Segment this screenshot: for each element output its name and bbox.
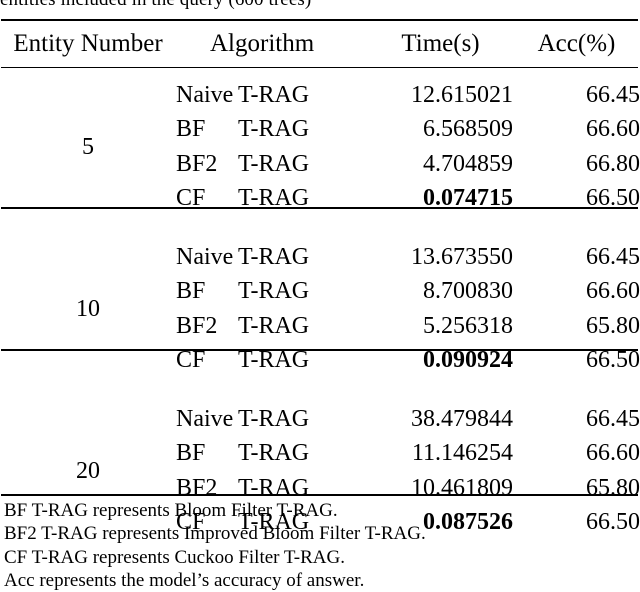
- algorithm-cell: CF: [176, 185, 206, 212]
- system-cell: T-RAG: [238, 278, 310, 305]
- accuracy-cell: 66.80: [586, 150, 640, 177]
- system-cell: T-RAG: [238, 150, 310, 177]
- group-spacer-bottom-cell: [0, 216, 640, 228]
- system-cell: T-RAG: [238, 347, 310, 374]
- column-header-acc: Acc(%): [537, 30, 616, 57]
- group-spacer-cell: [0, 228, 640, 240]
- group-spacer-cell: [0, 66, 640, 78]
- footnote-line: CF T-RAG represents Cuckoo Filter T-RAG.: [4, 546, 345, 568]
- caption-clipped: entities included in the query (600 tree…: [0, 0, 640, 12]
- time-cell: 11.146254: [411, 440, 513, 467]
- group-spacer: [0, 66, 640, 78]
- caption-text: entities included in the query (600 tree…: [0, 0, 640, 12]
- results-table: Entity Number Algorithm Time(s) Acc(%) 5…: [0, 22, 640, 552]
- time-cell: 13.673550: [411, 243, 513, 270]
- time-cell: 6.568509: [423, 116, 513, 143]
- accuracy-cell: 66.50: [586, 347, 640, 374]
- group-spacer-cell: [0, 390, 640, 402]
- accuracy-cell: 65.80: [586, 312, 640, 339]
- accuracy-cell: 66.60: [586, 116, 640, 143]
- group-spacer-bottom: [0, 378, 640, 390]
- time-cell: 8.700830: [423, 278, 513, 305]
- time-cell: 0.074715: [423, 185, 513, 212]
- table-figure: entities included in the query (600 tree…: [0, 0, 640, 591]
- system-cell: T-RAG: [238, 405, 310, 432]
- algorithm-cell: Naive: [176, 81, 234, 108]
- table-footnotes: BF T-RAG represents Bloom Filter T-RAG. B…: [4, 499, 636, 592]
- group-spacer: [0, 390, 640, 402]
- system-cell: T-RAG: [238, 81, 310, 108]
- accuracy-cell: 66.45: [586, 405, 640, 432]
- footnote-line: BF2 T-RAG represents Improved Bloom Filt…: [4, 523, 426, 545]
- column-header-time: Time(s): [401, 30, 480, 57]
- table-row: 5 Naive T-RAG 12.615021 66.45: [0, 78, 640, 160]
- accuracy-cell: 66.60: [586, 278, 640, 305]
- system-cell: T-RAG: [238, 185, 310, 212]
- entity-number-cell: 5: [82, 133, 94, 160]
- table-top-rule: [1, 19, 638, 22]
- time-cell: 38.479844: [411, 405, 513, 432]
- time-cell: 5.256318: [423, 312, 513, 339]
- algorithm-cell: BF: [176, 278, 206, 305]
- footnote-line: Acc represents the model’s accuracy of a…: [4, 569, 365, 591]
- algorithm-cell: BF: [176, 440, 206, 467]
- system-cell: T-RAG: [238, 440, 310, 467]
- system-cell: T-RAG: [238, 116, 310, 143]
- time-cell: 0.090924: [423, 347, 513, 374]
- algorithm-cell: Naive: [176, 405, 234, 432]
- group-spacer: [0, 228, 640, 240]
- algorithm-cell: CF: [176, 347, 206, 374]
- column-header-entity-number: Entity Number: [13, 30, 163, 57]
- column-header-algorithm: Algorithm: [210, 30, 315, 57]
- table-row: 20 Naive T-RAG 38.479844 66.45: [0, 402, 640, 484]
- table-row: 10 Naive T-RAG 13.673550 66.45: [0, 240, 640, 322]
- accuracy-cell: 66.45: [586, 81, 640, 108]
- group-spacer-bottom: [0, 216, 640, 228]
- algorithm-cell: BF2: [176, 312, 218, 339]
- entity-number-cell: 10: [76, 295, 100, 322]
- accuracy-cell: 66.45: [586, 243, 640, 270]
- algorithm-cell: Naive: [176, 243, 234, 270]
- table-header-row: Entity Number Algorithm Time(s) Acc(%): [0, 22, 640, 66]
- system-cell: T-RAG: [238, 312, 310, 339]
- accuracy-cell: 66.50: [586, 185, 640, 212]
- time-cell: 12.615021: [411, 81, 513, 108]
- footnote-line: BF T-RAG represents Bloom Filter T-RAG.: [4, 500, 338, 521]
- time-cell: 4.704859: [423, 150, 513, 177]
- group-spacer-bottom-cell: [0, 378, 640, 390]
- accuracy-cell: 66.60: [586, 440, 640, 467]
- algorithm-cell: BF2: [176, 150, 218, 177]
- system-cell: T-RAG: [238, 243, 310, 270]
- algorithm-cell: BF: [176, 116, 206, 143]
